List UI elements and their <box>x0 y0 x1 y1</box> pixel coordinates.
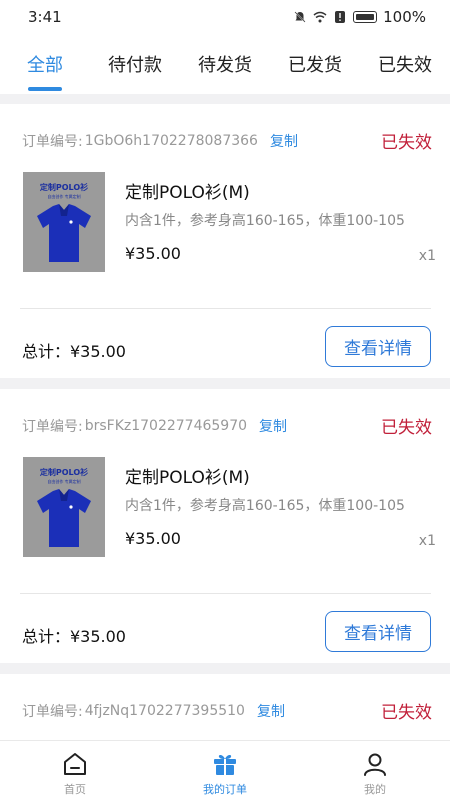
copy-button[interactable]: 复制 <box>259 416 287 436</box>
order-number-label: 订单编号: <box>22 134 83 150</box>
wifi-icon <box>313 11 327 23</box>
user-icon <box>364 753 386 776</box>
product-image[interactable]: 定制POLO衫 自由创作 专属定制 <box>23 457 105 557</box>
product-image-subtitle: 自由创作 专属定制 <box>47 194 81 199</box>
order-card: 订单编号: 1GbO6h1702278087366 复制 已失效 定制POLO衫… <box>0 104 450 378</box>
order-total: 总计：¥35.00 <box>22 627 126 646</box>
polo-shirt-icon <box>37 489 91 547</box>
nav-profile[interactable]: 我的 <box>300 741 450 800</box>
order-number-row: 订单编号: 4fjzNq1702277395510 复制 <box>22 700 432 722</box>
bell-muted-icon <box>294 11 306 23</box>
nav-my-orders[interactable]: 我的订单 <box>150 741 300 800</box>
view-details-button[interactable]: 查看详情 <box>325 611 431 652</box>
copy-button[interactable]: 复制 <box>270 131 298 151</box>
copy-button[interactable]: 复制 <box>257 701 285 721</box>
nav-profile-label: 我的 <box>364 783 386 796</box>
battery-icon <box>353 11 378 23</box>
battery-percent: 100% <box>383 8 426 26</box>
order-list[interactable]: 订单编号: 1GbO6h1702278087366 复制 已失效 定制POLO衫… <box>0 94 450 740</box>
bottom-navigation: 首页 我的订单 我的 <box>0 740 450 800</box>
product-name: 定制POLO衫(M) <box>125 468 250 488</box>
product-image[interactable]: 定制POLO衫 自由创作 专属定制 <box>23 172 105 272</box>
order-status: 已失效 <box>381 133 432 153</box>
product-description: 内含1件，参考身高160-165，体重100-105 <box>125 498 405 514</box>
tab-all[interactable]: 全部 <box>0 34 90 94</box>
product-name: 定制POLO衫(M) <box>125 183 250 203</box>
tab-shipped[interactable]: 已发货 <box>270 34 360 94</box>
status-bar: 3:41 100% <box>0 0 450 34</box>
order-number: brsFKz1702277465970 <box>84 418 248 434</box>
product-image-title: 定制POLO衫 <box>39 468 89 477</box>
order-number-label: 订单编号: <box>22 704 83 720</box>
view-details-button[interactable]: 查看详情 <box>325 326 431 367</box>
order-number-label: 订单编号: <box>22 419 83 435</box>
product-quantity: x1 <box>418 533 436 549</box>
nav-my-orders-label: 我的订单 <box>203 783 247 796</box>
order-number-row: 订单编号: 1GbO6h1702278087366 复制 <box>22 130 432 152</box>
divider <box>20 308 431 309</box>
polo-shirt-icon <box>37 204 91 262</box>
order-status: 已失效 <box>381 418 432 438</box>
order-total: 总计：¥35.00 <box>22 342 126 361</box>
order-card: 订单编号: brsFKz1702277465970 复制 已失效 定制POLO衫… <box>0 389 450 663</box>
gift-icon <box>214 754 236 775</box>
order-card: 订单编号: 4fjzNq1702277395510 复制 已失效 <box>0 674 450 740</box>
tab-pending-payment[interactable]: 待付款 <box>90 34 180 94</box>
product-price: ¥35.00 <box>125 529 181 548</box>
order-filter-tabs: 全部 待付款 待发货 已发货 已失效 <box>0 34 450 94</box>
product-image-subtitle: 自由创作 专属定制 <box>47 479 81 484</box>
alert-icon <box>335 11 346 23</box>
nav-home[interactable]: 首页 <box>0 741 150 800</box>
home-icon <box>64 753 86 775</box>
tab-expired[interactable]: 已失效 <box>360 34 450 94</box>
product-description: 内含1件，参考身高160-165，体重100-105 <box>125 213 405 229</box>
divider <box>20 593 431 594</box>
product-quantity: x1 <box>418 248 436 264</box>
order-status: 已失效 <box>381 703 432 723</box>
order-number-row: 订单编号: brsFKz1702277465970 复制 <box>22 415 432 437</box>
status-time: 3:41 <box>28 8 62 26</box>
status-icons: 100% <box>293 8 426 26</box>
product-price: ¥35.00 <box>125 244 181 263</box>
product-image-title: 定制POLO衫 <box>39 183 89 192</box>
order-number: 4fjzNq1702277395510 <box>84 703 245 719</box>
nav-home-label: 首页 <box>64 783 86 796</box>
tab-pending-shipment[interactable]: 待发货 <box>180 34 270 94</box>
order-number: 1GbO6h1702278087366 <box>84 133 258 149</box>
